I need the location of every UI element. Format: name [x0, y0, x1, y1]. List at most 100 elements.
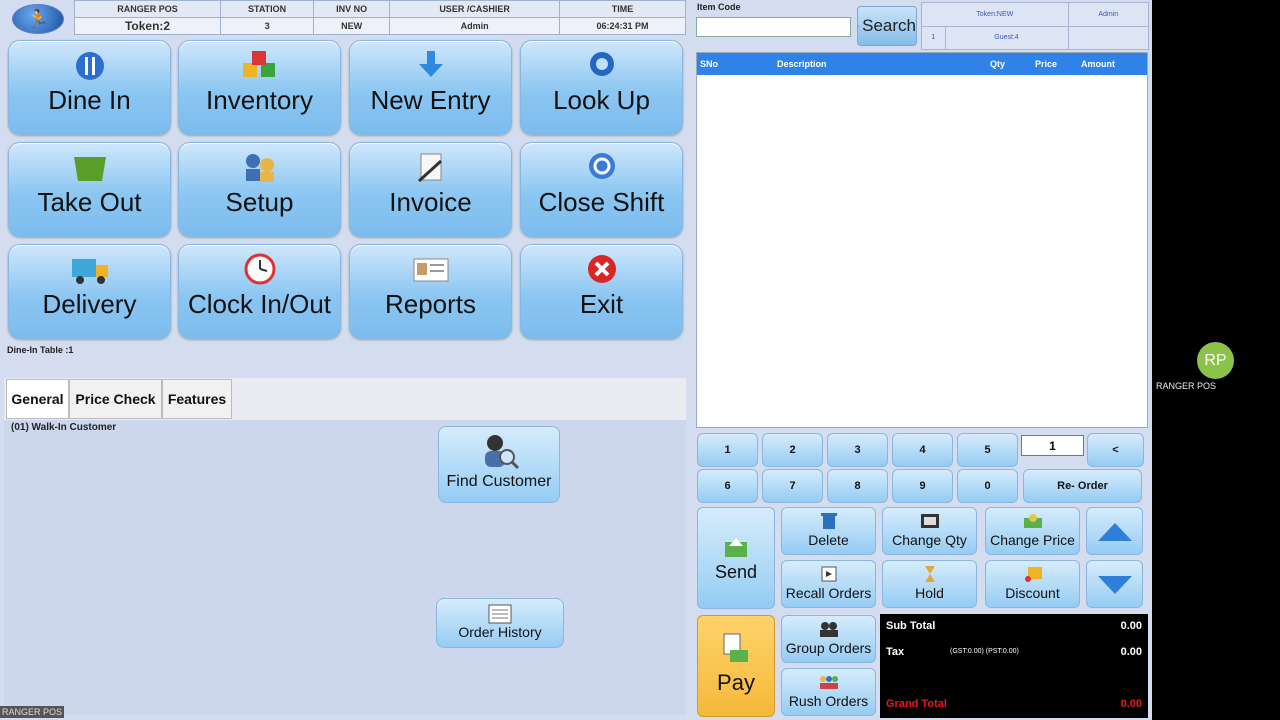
invoice-number-value: NEW: [313, 17, 391, 35]
tab-price-check[interactable]: Price Check: [69, 379, 162, 419]
change-price-button[interactable]: Change Price: [985, 507, 1080, 555]
rush-orders-button[interactable]: Rush Orders: [781, 668, 876, 716]
discount-button[interactable]: Discount: [985, 560, 1080, 608]
group-orders-label: Group Orders: [785, 640, 872, 656]
reports-button[interactable]: Reports: [349, 244, 512, 339]
money-icon: [1023, 514, 1042, 528]
tile-label: Close Shift: [538, 187, 665, 217]
sub-total-row: Sub Total 0.00: [886, 620, 1142, 632]
invoice-button[interactable]: Invoice: [349, 142, 512, 237]
change-qty-button[interactable]: Change Qty: [882, 507, 977, 555]
col-price: Price: [1035, 59, 1058, 69]
hold-button[interactable]: Hold: [882, 560, 977, 608]
exit-button[interactable]: Exit: [520, 244, 683, 339]
order-history-button[interactable]: Order History: [436, 598, 564, 648]
pos-window: 🏃 RANGER POS STATION INV NO USER /CASHIE…: [0, 0, 1152, 720]
delete-button[interactable]: Delete: [781, 507, 876, 555]
discount-label: Discount: [1005, 585, 1060, 601]
sub-total-label: Sub Total: [886, 620, 936, 632]
recall-orders-button[interactable]: Recall Orders: [781, 560, 876, 608]
item-code-label: Item Code: [697, 2, 741, 12]
pay-button[interactable]: Pay: [697, 615, 775, 717]
search-button[interactable]: Search: [857, 6, 917, 46]
cashier-value: Admin: [389, 17, 560, 35]
tile-label: Clock In/Out: [187, 289, 332, 319]
delete-label: Delete: [808, 532, 849, 548]
station-value: 3: [220, 17, 315, 35]
tax-row: Tax (GST:0.00) (PST:0.00) 0.00: [886, 646, 1142, 658]
take-out-button[interactable]: Take Out: [8, 142, 171, 237]
find-customer-label: Find Customer: [446, 473, 552, 490]
backspace-button[interactable]: <: [1087, 433, 1144, 467]
tile-label: Exit: [579, 289, 624, 319]
key-8[interactable]: 8: [827, 469, 888, 503]
header-col-label: STATION: [220, 0, 315, 18]
close-shift-button[interactable]: Close Shift: [520, 142, 683, 237]
key-9[interactable]: 9: [892, 469, 953, 503]
header-col-label: INV NO: [313, 0, 391, 18]
grid-header: SNo Description Qty Price Amount: [697, 53, 1147, 75]
inventory-cubes-icon: [242, 51, 275, 77]
report-card-icon: [413, 258, 448, 282]
token-value: Token:2: [73, 17, 222, 35]
sub-total-value: 0.00: [1120, 620, 1142, 632]
user-name-label: RANGER POS: [1156, 381, 1217, 391]
user-avatar[interactable]: RP: [1197, 342, 1234, 379]
tile-label: Invoice: [389, 187, 472, 217]
key-0[interactable]: 0: [957, 469, 1018, 503]
discount-tag-icon: [1024, 567, 1042, 582]
tax-detail: (GST:0.00) (PST:0.00): [950, 648, 1019, 655]
order-items-grid[interactable]: SNo Description Qty Price Amount: [696, 52, 1148, 428]
reorder-button[interactable]: Re- Order: [1023, 469, 1142, 503]
tab-features[interactable]: Features: [162, 379, 232, 419]
dine-in-button[interactable]: Dine In: [8, 40, 171, 135]
tile-label: Delivery: [42, 289, 137, 319]
col-amount: Amount: [1081, 59, 1115, 69]
send-label: Send: [714, 562, 758, 582]
header-col-label: USER /CASHIER: [389, 0, 560, 18]
send-button[interactable]: Send: [697, 507, 775, 609]
item-code-input[interactable]: [696, 17, 851, 37]
general-panel: [4, 420, 686, 715]
info-empty: [1067, 25, 1150, 50]
col-sno: SNo: [700, 59, 718, 69]
setup-button[interactable]: Setup: [178, 142, 341, 237]
clock-icon: [244, 253, 275, 285]
rush-orders-label: Rush Orders: [788, 693, 869, 709]
users-setup-icon: [245, 154, 274, 182]
tile-label: Take Out: [37, 187, 142, 217]
inventory-button[interactable]: Inventory: [178, 40, 341, 135]
tab-strip: General Price Check Features: [4, 378, 686, 420]
dine-in-icon: [75, 52, 104, 80]
change-qty-label: Change Qty: [892, 532, 967, 548]
grand-total-row: Grand Total 0.00: [886, 698, 1142, 710]
hourglass-icon: [924, 566, 935, 582]
delivery-button[interactable]: Delivery: [8, 244, 171, 339]
key-4[interactable]: 4: [892, 433, 953, 467]
find-customer-button[interactable]: Find Customer: [438, 426, 560, 503]
tile-label: Look Up: [553, 85, 650, 115]
col-qty: Qty: [990, 59, 1006, 69]
key-7[interactable]: 7: [762, 469, 823, 503]
key-3[interactable]: 3: [827, 433, 888, 467]
delivery-truck-icon: [71, 259, 108, 284]
info-guest: Guest:4: [944, 25, 1069, 50]
tax-value: 0.00: [1120, 646, 1142, 658]
scroll-up-button[interactable]: [1086, 507, 1143, 555]
key-1[interactable]: 1: [697, 433, 758, 467]
quantity-display[interactable]: 1: [1021, 435, 1084, 456]
tab-general[interactable]: General: [6, 379, 69, 419]
rush-people-icon: [819, 676, 838, 689]
clock-in-out-button[interactable]: Clock In/Out: [178, 244, 341, 339]
scroll-down-button[interactable]: [1086, 560, 1143, 608]
key-5[interactable]: 5: [957, 433, 1018, 467]
group-icon: [819, 622, 838, 637]
tile-label: Setup: [225, 187, 294, 217]
new-entry-button[interactable]: New Entry: [349, 40, 512, 135]
key-6[interactable]: 6: [697, 469, 758, 503]
info-table: 1: [921, 25, 946, 50]
group-orders-button[interactable]: Group Orders: [781, 615, 876, 663]
look-up-button[interactable]: Look Up: [520, 40, 683, 135]
key-2[interactable]: 2: [762, 433, 823, 467]
search-label: Search: [862, 16, 916, 35]
